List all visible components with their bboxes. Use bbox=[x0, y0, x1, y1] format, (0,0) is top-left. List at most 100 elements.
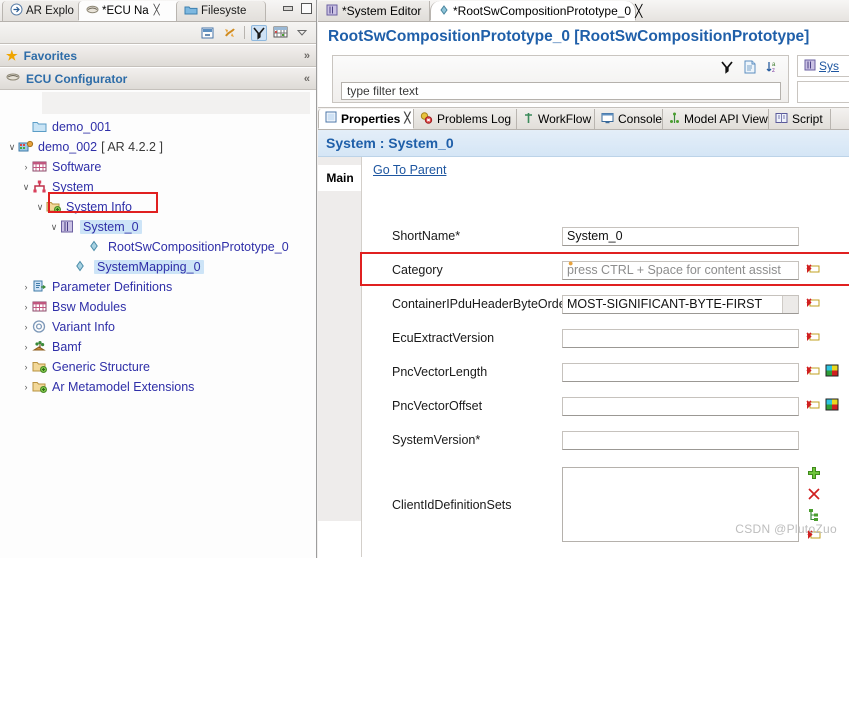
view-menu-icon[interactable] bbox=[295, 25, 311, 41]
tree-expand-arrow[interactable]: › bbox=[20, 362, 32, 372]
maximize-icon[interactable] bbox=[300, 2, 313, 15]
tree-expand-arrow[interactable]: › bbox=[20, 162, 32, 172]
field-row-pncvectoroffset: PncVectorOffset bbox=[362, 389, 849, 423]
chevron-down-icon[interactable]: » bbox=[304, 50, 310, 62]
tree-item-system-info[interactable]: ∨ System Info bbox=[0, 197, 316, 217]
sort-az-icon[interactable]: az bbox=[766, 60, 782, 76]
left-panel-window-controls bbox=[281, 2, 313, 15]
close-icon[interactable]: ╳ bbox=[635, 4, 642, 18]
tree-item-system[interactable]: ∨ System bbox=[0, 177, 316, 197]
system-secondary-box[interactable] bbox=[797, 81, 849, 103]
tree-expand-arrow[interactable]: ∨ bbox=[34, 202, 46, 213]
tab-console[interactable]: Console bbox=[595, 109, 663, 129]
red-tag-icon[interactable] bbox=[806, 331, 820, 346]
filter-toolbar: az bbox=[720, 60, 782, 76]
field-input-pncvectoroffset[interactable] bbox=[562, 396, 799, 416]
tab-filesystem[interactable]: Filesyste bbox=[176, 1, 266, 21]
tree-item-label: Software bbox=[52, 160, 102, 174]
tree-item-bamf[interactable]: › Bamf bbox=[0, 337, 316, 357]
combo-dropdown-button[interactable] bbox=[782, 295, 798, 313]
tab-ecu-navigator[interactable]: *ECU Na ╳ bbox=[78, 1, 184, 21]
red-tag-icon[interactable] bbox=[806, 365, 820, 380]
tree-expand-arrow[interactable]: ∨ bbox=[6, 142, 18, 153]
close-icon[interactable]: ╳ bbox=[404, 113, 410, 124]
tree-expand-arrow[interactable]: › bbox=[20, 282, 32, 292]
tree-item-label: SystemMapping_0 bbox=[94, 260, 204, 274]
tab-workflow[interactable]: WorkFlow bbox=[517, 109, 595, 129]
variant-color-icon[interactable] bbox=[825, 398, 839, 414]
problems-icon bbox=[420, 111, 433, 127]
field-input-pncvectorlength[interactable] bbox=[562, 362, 799, 382]
tree-item-system-0[interactable]: ∨ System_0 bbox=[0, 217, 316, 237]
tree-expand-arrow[interactable]: › bbox=[20, 342, 32, 352]
tab-system-editor[interactable]: *System Editor bbox=[318, 1, 430, 21]
tree-item-variant-info[interactable]: › Variant Info bbox=[0, 317, 316, 337]
ecu-icon bbox=[6, 71, 20, 86]
table-icon[interactable] bbox=[273, 25, 289, 41]
filter-icon[interactable] bbox=[720, 60, 736, 76]
collapse-all-icon[interactable] bbox=[200, 25, 216, 41]
tab-label: Console bbox=[618, 112, 663, 126]
minimize-icon[interactable] bbox=[281, 2, 294, 15]
variant-color-icon[interactable] bbox=[825, 364, 839, 380]
tab-problems-log[interactable]: Problems Log bbox=[414, 109, 517, 129]
software-icon bbox=[32, 160, 48, 174]
tree-item-suffix: [ AR 4.2.2 ] bbox=[101, 140, 163, 154]
diamond-icon bbox=[74, 260, 90, 274]
tree-expand-arrow[interactable]: › bbox=[20, 382, 32, 392]
console-icon bbox=[601, 112, 614, 127]
close-icon[interactable]: ╳ bbox=[154, 5, 160, 16]
tree-item-software[interactable]: › Software bbox=[0, 157, 316, 177]
tree-expand-arrow[interactable]: ∨ bbox=[48, 222, 60, 233]
link-with-editor-icon[interactable] bbox=[222, 25, 238, 41]
tree-item-generic-structure[interactable]: › Generic Structure bbox=[0, 357, 316, 377]
tree-expand-arrow[interactable]: ∨ bbox=[20, 182, 32, 193]
script-icon bbox=[775, 112, 788, 127]
tree-item-systemmapping-0[interactable]: SystemMapping_0 bbox=[0, 257, 316, 277]
field-row-ecuextractversion: EcuExtractVersion bbox=[362, 321, 849, 355]
system-icon bbox=[32, 180, 48, 194]
red-tag-icon[interactable] bbox=[806, 297, 820, 312]
field-input-systemversion-[interactable] bbox=[562, 430, 799, 450]
params-icon bbox=[32, 280, 48, 294]
tab-properties[interactable]: Properties ╳ bbox=[318, 109, 414, 129]
tab-model-api-view[interactable]: Model API View bbox=[663, 109, 769, 129]
tab-script[interactable]: Script bbox=[769, 109, 831, 129]
filter-input[interactable]: type filter text bbox=[341, 82, 781, 100]
tree-filter-box[interactable] bbox=[42, 92, 310, 114]
field-input-shortname-[interactable]: System_0 bbox=[562, 226, 799, 246]
delete-icon[interactable] bbox=[807, 487, 821, 504]
tab-rootswcomposition[interactable]: *RootSwCompositionPrototype_0 ╳ bbox=[430, 1, 642, 21]
system-editor-icon bbox=[804, 59, 816, 74]
section-ecu-configurator[interactable]: ECU Configurator « bbox=[0, 67, 316, 90]
tree-item-rootswcompositionprototype-0[interactable]: RootSwCompositionPrototype_0 bbox=[0, 237, 316, 257]
project-icon bbox=[18, 140, 34, 154]
tree-item-demo-002[interactable]: ∨ demo_002[ AR 4.2.2 ] bbox=[0, 137, 316, 157]
tree-item-bsw-modules[interactable]: › Bsw Modules bbox=[0, 297, 316, 317]
field-input-containeripduheaderbyteorder[interactable]: MOST-SIGNIFICANT-BYTE-FIRST bbox=[562, 294, 799, 314]
content-assist-bulb-icon: ● bbox=[568, 258, 574, 268]
add-icon[interactable] bbox=[807, 466, 821, 483]
system-link-box[interactable]: Sys bbox=[797, 55, 849, 77]
tree-item-demo-001[interactable]: demo_001 bbox=[0, 117, 316, 137]
sysinfo-icon bbox=[32, 380, 48, 394]
tree-item-ar-metamodel-extensions[interactable]: › Ar Metamodel Extensions bbox=[0, 377, 316, 397]
tree-item-label: Parameter Definitions bbox=[52, 280, 173, 294]
tree-expand-arrow[interactable]: › bbox=[20, 302, 32, 312]
go-to-parent-link[interactable]: Go To Parent bbox=[373, 163, 446, 177]
tree-item-parameter-definitions[interactable]: › Parameter Definitions bbox=[0, 277, 316, 297]
field-row-category: Category ● press CTRL + Space for content … bbox=[360, 252, 849, 287]
system-link-label[interactable]: Sys bbox=[819, 59, 839, 73]
red-tag-icon[interactable] bbox=[806, 263, 820, 278]
bamf-icon bbox=[32, 340, 48, 354]
field-action-icons bbox=[806, 364, 839, 380]
filter-icon[interactable] bbox=[251, 24, 267, 41]
tree-expand-arrow[interactable]: › bbox=[20, 322, 32, 332]
document-icon[interactable] bbox=[743, 60, 759, 76]
section-favorites[interactable]: ★ Favorites » bbox=[0, 44, 316, 67]
field-input-ecuextractversion[interactable] bbox=[562, 328, 799, 348]
vtab-main[interactable]: Main bbox=[318, 165, 362, 191]
red-tag-icon[interactable] bbox=[806, 399, 820, 414]
field-input-category[interactable]: press CTRL + Space for content assist bbox=[562, 260, 799, 280]
chevron-up-icon[interactable]: « bbox=[304, 73, 310, 85]
